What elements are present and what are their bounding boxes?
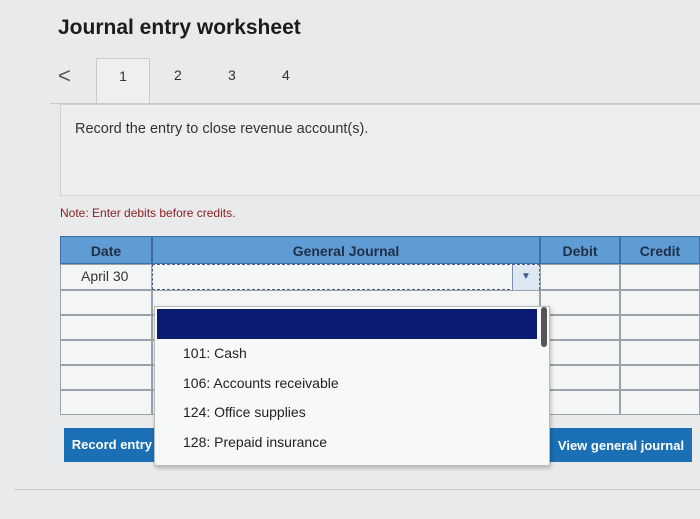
step-tabs: < 1 2 3 4 [50, 55, 700, 105]
debit-input[interactable] [540, 340, 620, 365]
credit-input[interactable] [620, 365, 700, 390]
chevron-left-icon[interactable]: < [58, 63, 71, 89]
debit-input[interactable] [540, 390, 620, 415]
account-select[interactable]: ▼ [152, 264, 540, 291]
chevron-down-icon[interactable]: ▼ [512, 265, 539, 291]
note-text: Note: Enter debits before credits. [60, 206, 236, 220]
column-header-debit: Debit [540, 236, 620, 264]
tab-2[interactable]: 2 [174, 67, 182, 83]
credit-input[interactable] [620, 264, 700, 290]
date-cell[interactable] [60, 365, 152, 390]
tab-3[interactable]: 3 [228, 67, 236, 83]
column-header-credit: Credit [620, 236, 700, 264]
column-header-general-journal: General Journal [152, 236, 540, 264]
date-cell[interactable] [60, 315, 152, 340]
dropdown-scrollbar[interactable] [541, 307, 547, 347]
debit-input[interactable] [540, 290, 620, 315]
dropdown-option[interactable]: 101: Cash [183, 345, 247, 361]
page-title: Journal entry worksheet [58, 16, 301, 39]
tab-4[interactable]: 4 [282, 67, 290, 83]
instruction-panel: Record the entry to close revenue accoun… [60, 104, 700, 196]
view-general-journal-button[interactable]: View general journal [550, 428, 692, 462]
debit-input[interactable] [540, 264, 620, 290]
date-cell[interactable] [60, 340, 152, 365]
account-dropdown-list[interactable]: 101: Cash 106: Accounts receivable 124: … [154, 306, 550, 466]
column-header-date: Date [60, 236, 152, 264]
dropdown-option[interactable]: 124: Office supplies [183, 404, 306, 420]
debit-input[interactable] [540, 365, 620, 390]
debit-input[interactable] [540, 315, 620, 340]
instruction-text: Record the entry to close revenue accoun… [75, 121, 369, 137]
divider [14, 489, 700, 490]
credit-input[interactable] [620, 390, 700, 415]
dropdown-option[interactable]: 106: Accounts receivable [183, 375, 339, 391]
credit-input[interactable] [620, 315, 700, 340]
date-cell[interactable] [60, 290, 152, 315]
date-cell[interactable] [60, 390, 152, 415]
dropdown-option[interactable]: 128: Prepaid insurance [183, 434, 327, 450]
tab-1[interactable]: 1 [96, 58, 150, 105]
date-cell[interactable]: April 30 [60, 264, 152, 290]
dropdown-highlighted-option[interactable] [157, 309, 537, 339]
record-entry-button[interactable]: Record entry [64, 428, 156, 462]
credit-input[interactable] [620, 290, 700, 315]
credit-input[interactable] [620, 340, 700, 365]
